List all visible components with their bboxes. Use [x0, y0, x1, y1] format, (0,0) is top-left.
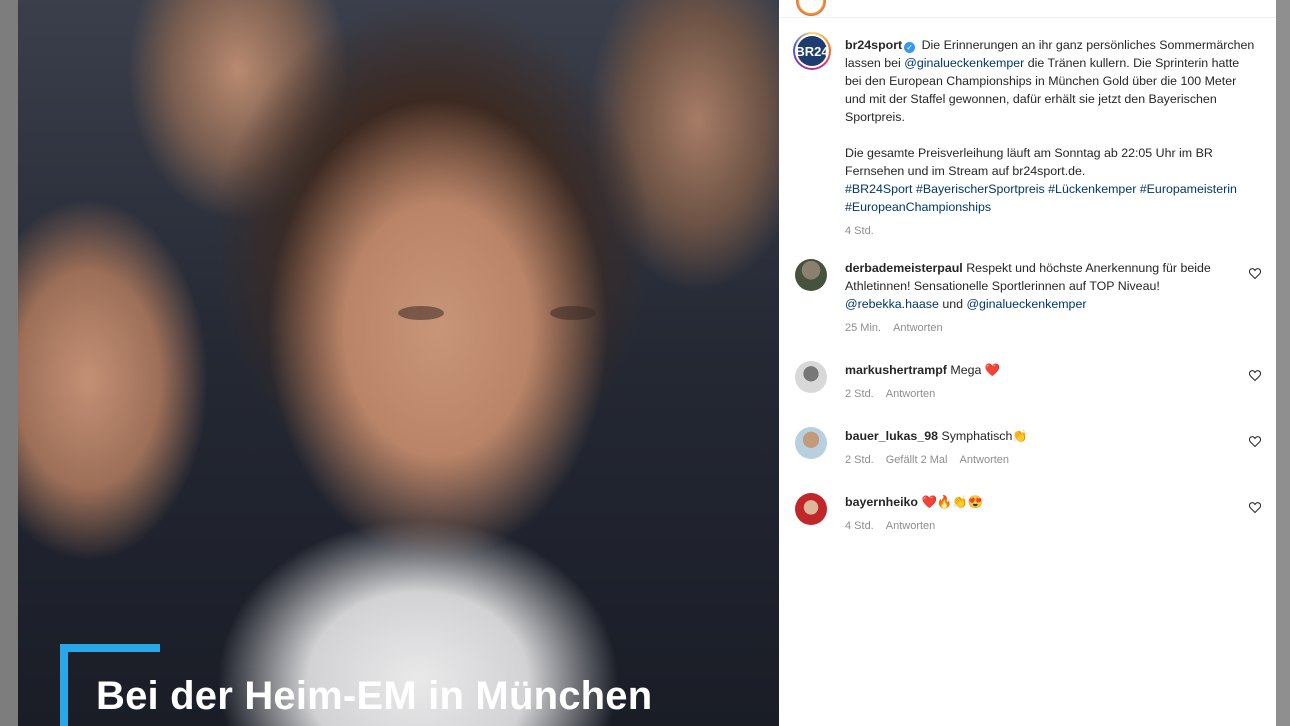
reply-button[interactable]: Antworten: [886, 388, 936, 400]
like-heart-icon[interactable]: [1247, 433, 1263, 449]
comment-body: derbademeisterpaul Respekt und höchste A…: [845, 259, 1235, 337]
comment-time: 2 Std.: [845, 388, 874, 400]
comment-body: bauer_lukas_98 Symphatisch👏 2 Std. Gefäll…: [845, 427, 1235, 469]
commenter-username[interactable]: derbademeisterpaul: [845, 261, 963, 275]
comment-time: 25 Min.: [845, 322, 882, 334]
header-avatar[interactable]: [796, 0, 826, 16]
reply-button[interactable]: Antworten: [893, 322, 943, 334]
comment-time: 4 Std.: [845, 520, 874, 532]
comment-body: markushertrampf Mega ❤️ 2 Std. Antworten: [845, 361, 1235, 403]
media-caption-text: Bei der Heim-EM in München: [96, 674, 653, 718]
br24-logo: BR24: [795, 36, 829, 66]
commenter-username[interactable]: bauer_lukas_98: [845, 429, 938, 443]
media-detail: [550, 306, 596, 320]
comment-mention[interactable]: @ginalueckenkemper: [966, 297, 1086, 311]
panel-header-strip: [779, 0, 1276, 18]
post-panel: BR24 br24sport ✓ Die Erinnerungen an ihr …: [779, 0, 1276, 726]
comment-text: und: [938, 297, 967, 311]
post-timestamp: 4 Std.: [845, 225, 874, 237]
comment-text: Symphatisch👏: [941, 429, 1028, 443]
comment-body: bayernheiko ❤️🔥👏😍 4 Std. Antworten: [845, 493, 1235, 535]
caption-mention[interactable]: @ginalueckenkemper: [904, 56, 1024, 70]
author-username[interactable]: br24sport: [845, 38, 902, 52]
reply-button[interactable]: Antworten: [960, 454, 1010, 466]
caption-body: br24sport ✓ Die Erinnerungen an ihr ganz …: [845, 36, 1255, 240]
commenter-avatar[interactable]: [795, 427, 827, 459]
post-media[interactable]: Bei der Heim-EM in München: [18, 0, 779, 726]
caption-hashtags[interactable]: #BR24Sport #BayerischerSportpreis #Lücke…: [845, 180, 1255, 216]
commenter-username[interactable]: bayernheiko: [845, 495, 918, 509]
window-backdrop-left: [0, 0, 18, 726]
comment-likes[interactable]: Gefällt 2 Mal: [886, 454, 948, 466]
author-avatar[interactable]: BR24: [793, 32, 831, 70]
media-caption-overlay: Bei der Heim-EM in München: [60, 644, 760, 726]
comment-time: 2 Std.: [845, 454, 874, 466]
commenter-avatar[interactable]: [795, 493, 827, 525]
like-heart-icon[interactable]: [1247, 265, 1263, 281]
media-detail: [398, 306, 444, 320]
commenter-avatar[interactable]: [795, 259, 827, 291]
comment-text: Mega ❤️: [950, 363, 1001, 377]
commenter-avatar[interactable]: [795, 361, 827, 393]
window-backdrop-right: [1276, 0, 1290, 726]
caption-text-part: Die gesamte Preisverleihung läuft am Son…: [845, 146, 1213, 178]
comment-text: ❤️🔥👏😍: [921, 495, 984, 509]
media-image: [18, 0, 779, 726]
commenter-username[interactable]: markushertrampf: [845, 363, 947, 377]
like-heart-icon[interactable]: [1247, 367, 1263, 383]
like-heart-icon[interactable]: [1247, 499, 1263, 515]
comment-mention[interactable]: @rebekka.haase: [845, 297, 939, 311]
verified-badge-icon: ✓: [904, 42, 916, 53]
reply-button[interactable]: Antworten: [886, 520, 936, 532]
